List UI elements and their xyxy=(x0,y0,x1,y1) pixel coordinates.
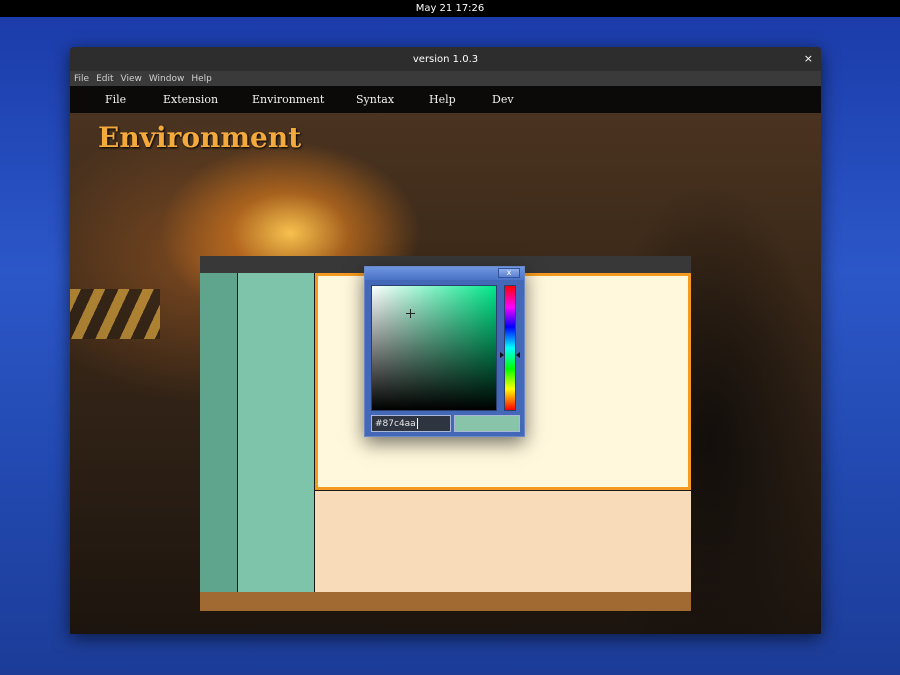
menu-window[interactable]: Window xyxy=(149,74,185,84)
menu-view[interactable]: View xyxy=(121,74,142,84)
crosshair-icon[interactable] xyxy=(406,309,415,318)
window-menubar: File Edit View Window Help xyxy=(70,71,821,86)
preview-filelist-column[interactable] xyxy=(238,273,315,592)
close-icon[interactable]: × xyxy=(804,52,813,65)
color-preview-swatch xyxy=(454,415,520,432)
hue-pointer-right-icon xyxy=(516,352,520,358)
menu-file[interactable]: File xyxy=(74,74,89,84)
nav-help[interactable]: Help xyxy=(429,93,456,106)
color-picker-dialog: x #87c4aa xyxy=(364,266,525,437)
preview-status-bar[interactable] xyxy=(200,592,691,611)
system-top-bar: May 21 17:26 xyxy=(0,0,900,17)
hue-slider[interactable] xyxy=(504,285,516,411)
text-caret xyxy=(416,418,418,429)
color-picker-header[interactable]: x xyxy=(365,267,524,280)
preview-lower-panel[interactable] xyxy=(315,490,691,592)
nav-dev[interactable]: Dev xyxy=(492,93,514,106)
window-titlebar[interactable]: version 1.0.3 × xyxy=(70,47,821,71)
page-title: Environment xyxy=(98,121,302,154)
color-picker-body: #87c4aa xyxy=(365,280,524,436)
hex-value: #87c4aa xyxy=(375,418,416,429)
system-clock[interactable]: May 21 17:26 xyxy=(416,3,485,14)
nav-file[interactable]: File xyxy=(105,93,126,106)
close-icon[interactable]: x xyxy=(498,268,520,278)
nav-syntax[interactable]: Syntax xyxy=(356,93,394,106)
app-navigation: File Extension Environment Syntax Help D… xyxy=(70,86,821,113)
menu-edit[interactable]: Edit xyxy=(96,74,113,84)
nav-environment[interactable]: Environment xyxy=(252,93,324,106)
window-title: version 1.0.3 xyxy=(412,53,479,65)
hex-color-input[interactable]: #87c4aa xyxy=(371,415,451,432)
nav-extension[interactable]: Extension xyxy=(163,93,218,106)
background-photo-detail xyxy=(70,289,160,339)
menu-help[interactable]: Help xyxy=(191,74,212,84)
preview-sidebar-column[interactable] xyxy=(200,273,238,592)
saturation-value-square[interactable] xyxy=(371,285,497,411)
